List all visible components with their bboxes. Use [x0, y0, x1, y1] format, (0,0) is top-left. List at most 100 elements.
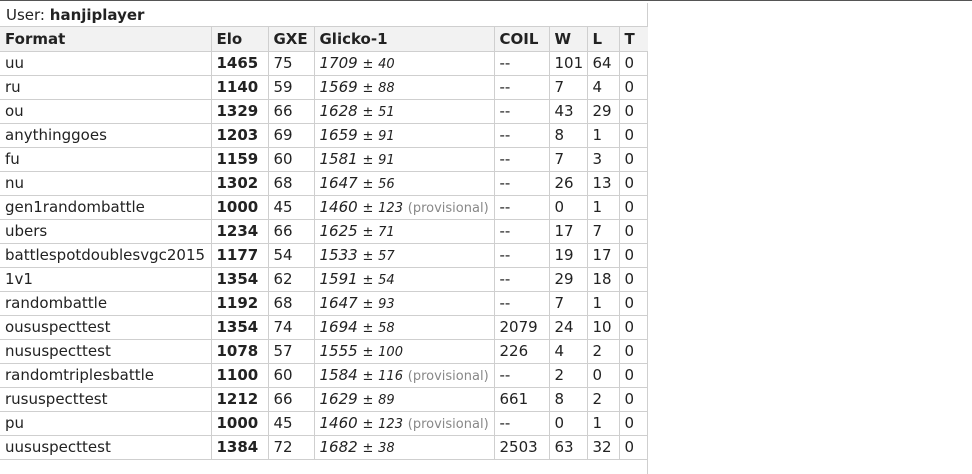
- coil-cell: --: [494, 99, 550, 124]
- elo-cell: 1203: [211, 123, 269, 148]
- table-row: fu 1159 60 1581 ± 91 -- 7 3 0: [0, 147, 648, 172]
- format-cell: 1v1: [0, 267, 212, 292]
- gxe-cell: 72: [268, 435, 315, 460]
- elo-cell: 1212: [211, 387, 269, 412]
- user-line: User: hanjiplayer: [0, 3, 647, 27]
- glicko-deviation: 123: [378, 417, 403, 432]
- ladder-panel: User: hanjiplayer Format Elo GXE Glicko-…: [0, 3, 648, 474]
- ties-cell: 0: [619, 291, 648, 316]
- glicko-plus-minus: ±: [362, 201, 374, 216]
- elo-cell: 1078: [211, 339, 269, 364]
- col-header-format: Format: [0, 27, 212, 52]
- glicko-plus-minus: ±: [362, 321, 374, 336]
- glicko-cell: 1682 ± 38: [314, 435, 495, 460]
- coil-cell: --: [494, 171, 550, 196]
- format-cell: randomtriplesbattle: [0, 363, 212, 388]
- gxe-cell: 57: [268, 339, 315, 364]
- gxe-cell: 68: [268, 291, 315, 316]
- glicko-cell: 1584 ± 116 (provisional): [314, 363, 495, 388]
- wins-cell: 7: [549, 75, 588, 100]
- glicko-deviation: 91: [378, 153, 395, 168]
- glicko-plus-minus: ±: [362, 105, 374, 120]
- header-row: Format Elo GXE Glicko-1 COIL W L T: [0, 27, 648, 52]
- ties-cell: 0: [619, 51, 648, 76]
- coil-cell: 226: [494, 339, 550, 364]
- elo-cell: 1000: [211, 411, 269, 436]
- elo-cell: 1000: [211, 195, 269, 220]
- gxe-cell: 45: [268, 411, 315, 436]
- glicko-cell: 1533 ± 57: [314, 243, 495, 268]
- glicko-deviation: 71: [378, 225, 395, 240]
- table-row: ru 1140 59 1569 ± 88 -- 7 4 0: [0, 75, 648, 100]
- coil-cell: --: [494, 195, 550, 220]
- glicko-plus-minus: ±: [362, 273, 374, 288]
- table-row: 1v1 1354 62 1591 ± 54 -- 29 18 0: [0, 267, 648, 292]
- losses-cell: 7: [587, 219, 620, 244]
- ties-cell: 0: [619, 267, 648, 292]
- glicko-deviation: 58: [378, 321, 395, 336]
- glicko-rating: 1460: [319, 414, 358, 432]
- coil-cell: --: [494, 123, 550, 148]
- coil-cell: --: [494, 243, 550, 268]
- losses-cell: 1: [587, 195, 620, 220]
- ties-cell: 0: [619, 171, 648, 196]
- table-row: pu 1000 45 1460 ± 123 (provisional) -- 0 1 0: [0, 411, 648, 436]
- provisional-note: (provisional): [407, 417, 489, 432]
- glicko-plus-minus: ±: [362, 57, 374, 72]
- losses-cell: 32: [587, 435, 620, 460]
- elo-cell: 1192: [211, 291, 269, 316]
- glicko-deviation: 56: [378, 177, 395, 192]
- elo-cell: 1177: [211, 243, 269, 268]
- glicko-plus-minus: ±: [362, 81, 374, 96]
- losses-cell: 4: [587, 75, 620, 100]
- gxe-cell: 74: [268, 315, 315, 340]
- table-row: battlespotdoublesvgc2015 1177 54 1533 ± 57 …: [0, 243, 648, 268]
- elo-cell: 1140: [211, 75, 269, 100]
- format-cell: fu: [0, 147, 212, 172]
- gxe-cell: 69: [268, 123, 315, 148]
- wins-cell: 8: [549, 387, 588, 412]
- glicko-rating: 1533: [319, 246, 358, 264]
- provisional-note: (provisional): [407, 201, 489, 216]
- glicko-deviation: 89: [378, 393, 395, 408]
- glicko-plus-minus: ±: [362, 153, 374, 168]
- elo-cell: 1329: [211, 99, 269, 124]
- provisional-note: (provisional): [407, 369, 489, 384]
- coil-cell: --: [494, 219, 550, 244]
- elo-cell: 1100: [211, 363, 269, 388]
- wins-cell: 0: [549, 411, 588, 436]
- format-cell: randombattle: [0, 291, 212, 316]
- coil-cell: --: [494, 411, 550, 436]
- table-row: nu 1302 68 1647 ± 56 -- 26 13 0: [0, 171, 648, 196]
- ladder-table: Format Elo GXE Glicko-1 COIL W L T uu 146…: [0, 27, 648, 460]
- glicko-cell: 1460 ± 123 (provisional): [314, 411, 495, 436]
- ties-cell: 0: [619, 363, 648, 388]
- glicko-cell: 1709 ± 40: [314, 51, 495, 76]
- glicko-cell: 1581 ± 91: [314, 147, 495, 172]
- format-cell: oususpecttest: [0, 315, 212, 340]
- losses-cell: 13: [587, 171, 620, 196]
- losses-cell: 64: [587, 51, 620, 76]
- gxe-cell: 62: [268, 267, 315, 292]
- format-cell: nu: [0, 171, 212, 196]
- coil-cell: 2503: [494, 435, 550, 460]
- glicko-plus-minus: ±: [362, 393, 374, 408]
- ties-cell: 0: [619, 435, 648, 460]
- glicko-rating: 1569: [319, 78, 358, 96]
- glicko-deviation: 38: [378, 441, 395, 456]
- col-header-ties: T: [619, 27, 648, 52]
- gxe-cell: 66: [268, 387, 315, 412]
- gxe-cell: 54: [268, 243, 315, 268]
- col-header-coil: COIL: [494, 27, 550, 52]
- format-cell: anythinggoes: [0, 123, 212, 148]
- coil-cell: 661: [494, 387, 550, 412]
- table-row: ou 1329 66 1628 ± 51 -- 43 29 0: [0, 99, 648, 124]
- format-cell: ou: [0, 99, 212, 124]
- wins-cell: 0: [549, 195, 588, 220]
- glicko-plus-minus: ±: [362, 441, 374, 456]
- ties-cell: 0: [619, 147, 648, 172]
- format-cell: rususpecttest: [0, 387, 212, 412]
- glicko-rating: 1581: [319, 150, 358, 168]
- ties-cell: 0: [619, 195, 648, 220]
- ties-cell: 0: [619, 411, 648, 436]
